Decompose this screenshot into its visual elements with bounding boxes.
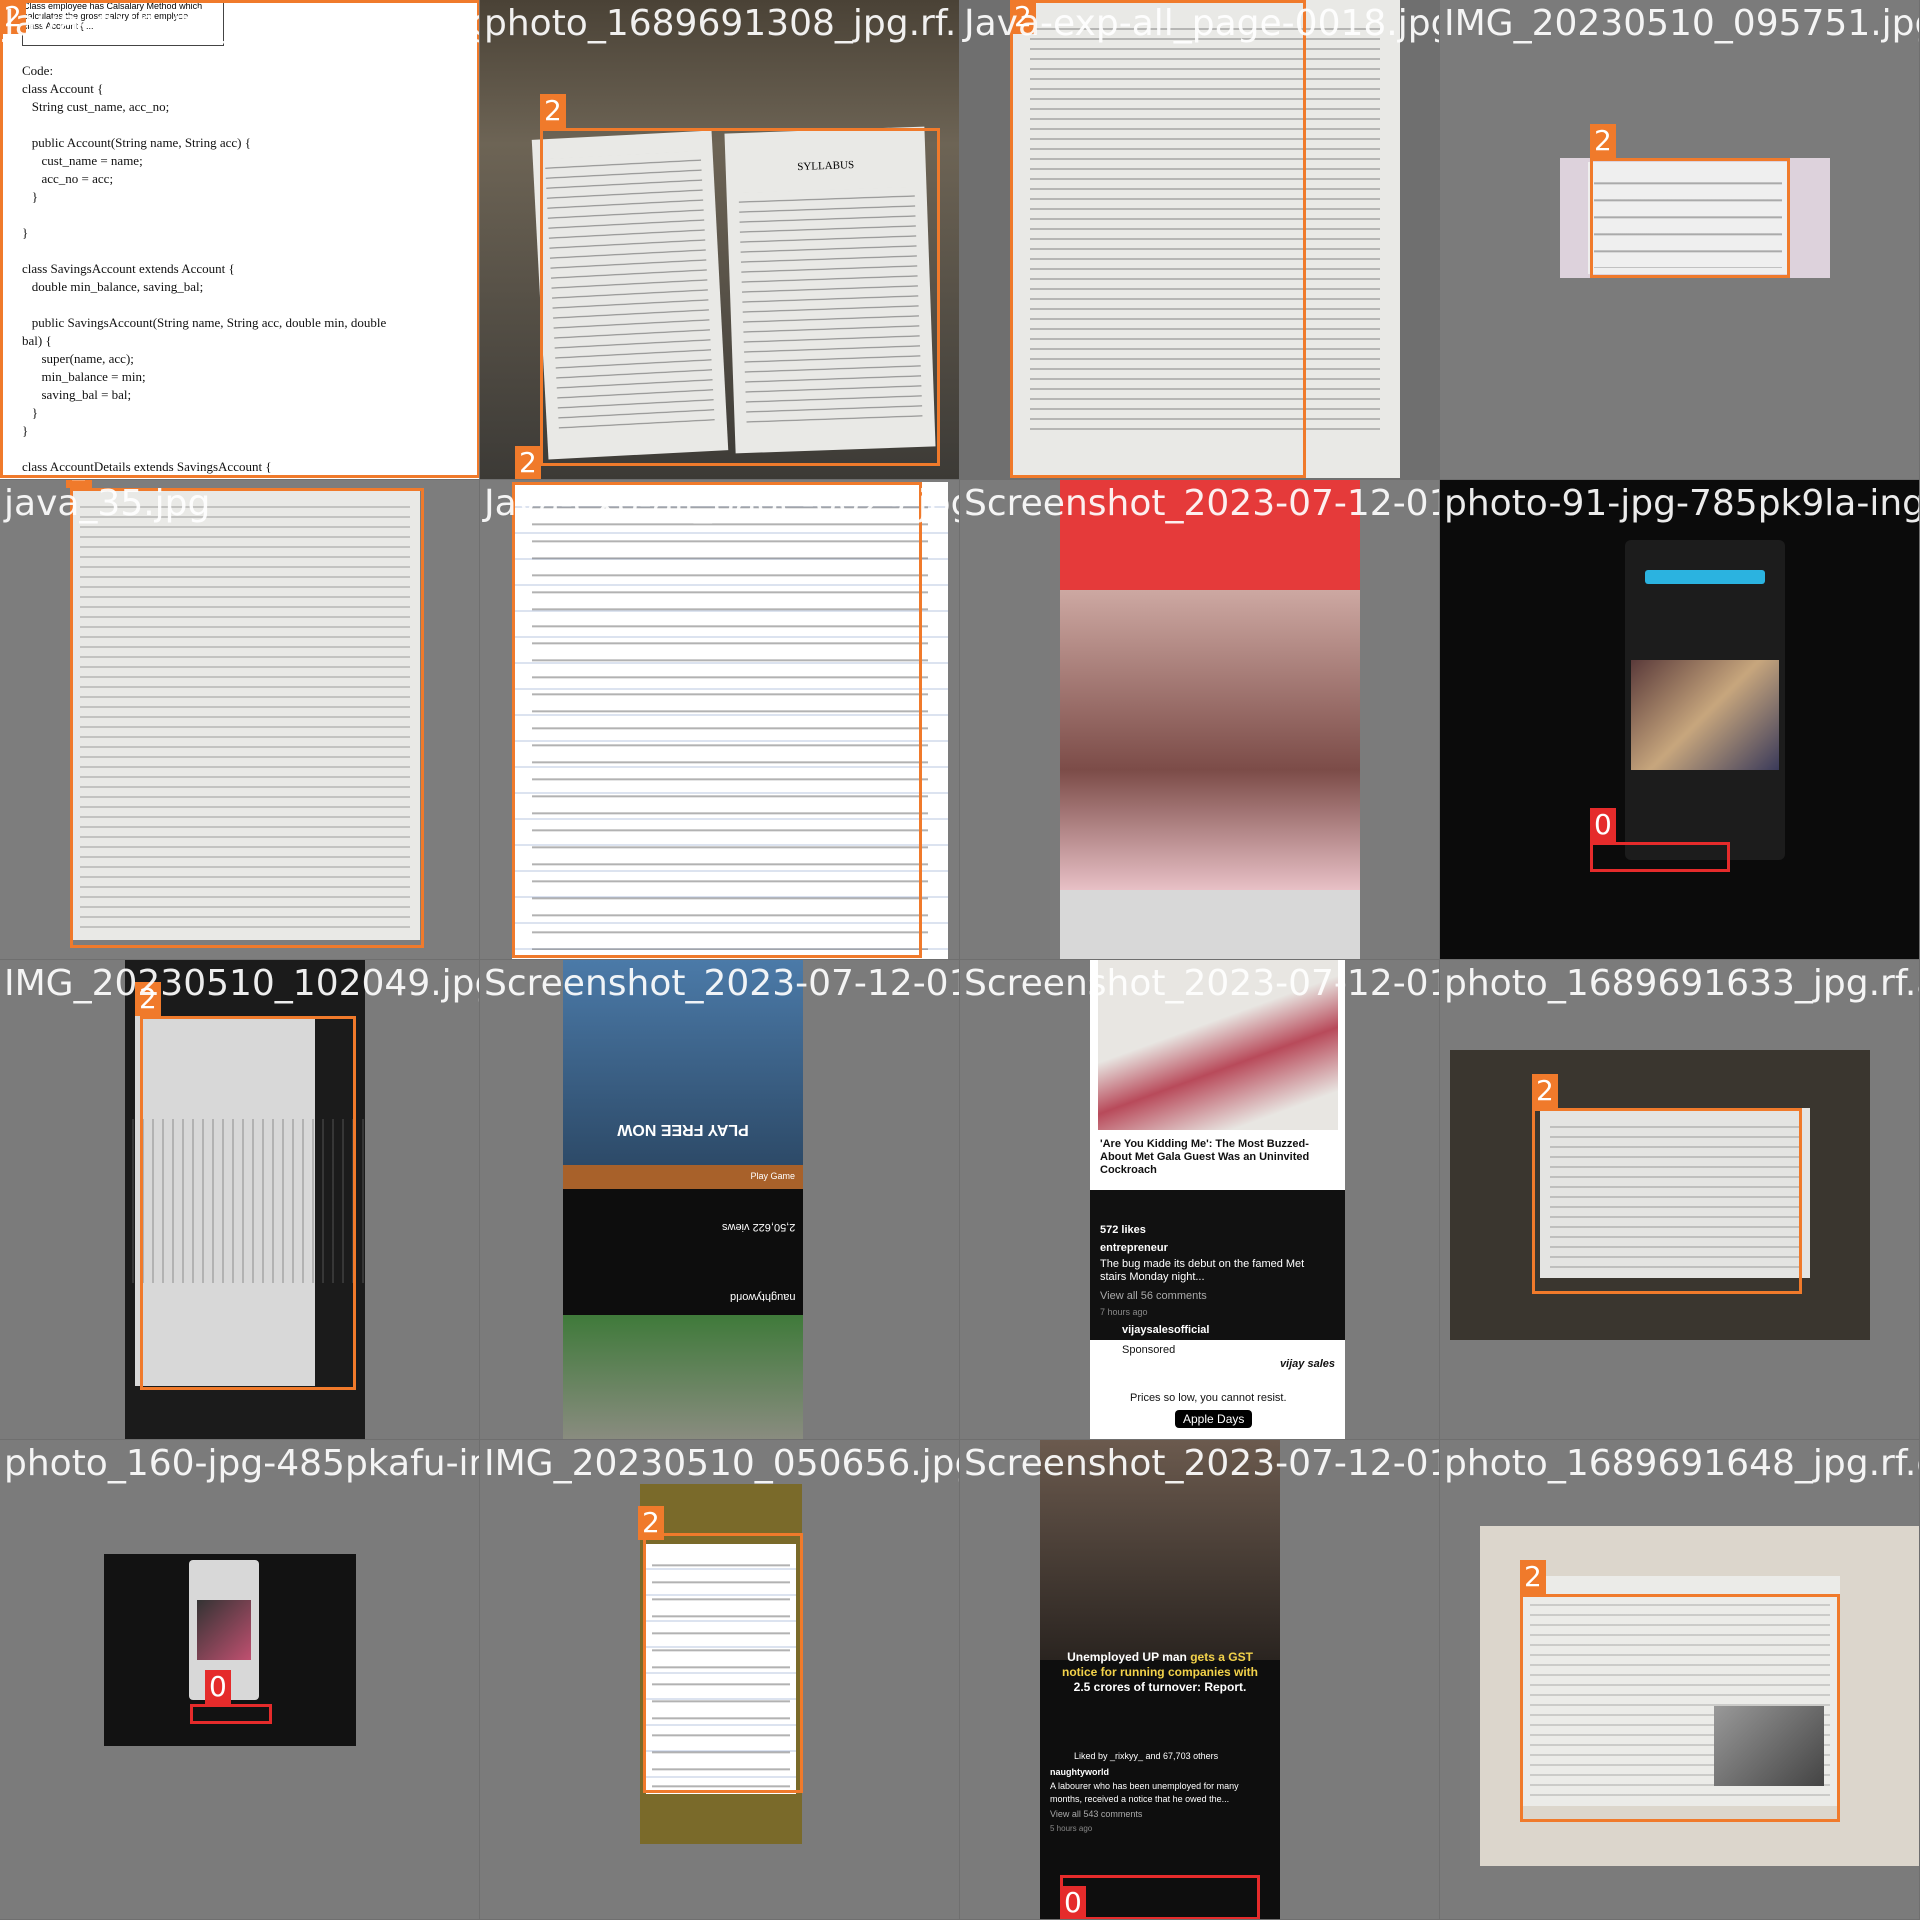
tile-3: 2 IMG_20230510_095751.jpg (1440, 0, 1920, 480)
headline-part-b: gets a GST (1190, 1650, 1253, 1664)
tile-11: 2 photo_1689691633_jpg.rf.aa (1440, 960, 1920, 1440)
headline-part-a: Unemployed UP man (1067, 1650, 1191, 1664)
cta-button[interactable]: Apple Days (1175, 1410, 1253, 1428)
tile-image (1060, 480, 1360, 959)
detection-label: 0 (1060, 1886, 1086, 1919)
poster-user[interactable]: naughtyworld (730, 1290, 795, 1303)
headline-part-d: 2.5 crores of turnover: Report. (1073, 1680, 1247, 1694)
sponsored-tag: Sponsored (1122, 1344, 1176, 1356)
tile-filename: IMG_20230510_102049.jpg (4, 963, 480, 1004)
tile-filename: Screenshot_2023-07-12-01-31-36-40 (484, 963, 960, 1004)
tile-5: Java-exp-all_page-0029.jpg (480, 480, 960, 960)
detection-label: 0 (1590, 808, 1616, 842)
tile-7: 0 photo-91-jpg-785pk9la-ing (1440, 480, 1920, 960)
detection-label: 2 (1532, 1074, 1558, 1108)
tile-2: 2 Java-exp-all_page-0018.jpg (960, 0, 1440, 480)
tile-filename: Java-exp-all_page-0018.jpg (964, 3, 1440, 44)
detection-box (512, 482, 922, 958)
detection-box (70, 488, 424, 948)
tile-6: Screenshot_2023-07-12-01-39-07-943_com.i… (960, 480, 1440, 960)
tile-image: Unemployed UP man gets a GST notice for … (1040, 1440, 1280, 1919)
tile-9: PLAY FREE NOW Play Game 2,50,622 views n… (480, 960, 960, 1440)
game-banner: PLAY FREE NOW (617, 1121, 749, 1138)
tile-filename: Screenshot_2023-07-12-01-39-07-943_com.i… (964, 483, 1439, 524)
detection-box (190, 1704, 272, 1724)
detection-label: 2 (638, 1506, 664, 1540)
comments-link[interactable]: View all 543 comments (1050, 1808, 1142, 1821)
tile-image: 'Are You Kidding Me': The Most Buzzed-Ab… (1090, 960, 1345, 1439)
detection-box (1532, 1108, 1802, 1294)
tile-filename: IMG_20230510_050656.jpg (484, 1443, 960, 1484)
comments-link[interactable]: View all 56 comments (1100, 1290, 1207, 1303)
tile-13: 2 IMG_20230510_050656.jpg (480, 1440, 960, 1920)
tile-filename: photo-91-jpg-785pk9la-ing (1444, 483, 1920, 524)
tile-14: Unemployed UP man gets a GST notice for … (960, 1440, 1440, 1920)
tile-1: SYLLABUS 2 2 photo_1689691308_jpg.rf.273… (480, 0, 960, 480)
tile-filename: java_35.jpg (4, 483, 211, 524)
play-game[interactable]: Play Game (750, 1171, 795, 1181)
detection-box (643, 1533, 803, 1793)
detection-box (1590, 842, 1730, 872)
tile-15: 2 photo_1689691648_jpg.rf.d2 (1440, 1440, 1920, 1920)
detection-box (1010, 0, 1306, 478)
post-caption: A labourer who has been unemployed for m… (1050, 1781, 1239, 1804)
mosaic-grid: Class employee has Calsalary Method whic… (0, 0, 1920, 1920)
post-time: 7 hours ago (1100, 1307, 1148, 1317)
caption-user[interactable]: entrepreneur (1100, 1242, 1168, 1255)
detection-label: 2 (540, 94, 566, 128)
detection-box (0, 0, 479, 478)
headline-part-c: notice for running companies with (1061, 1665, 1258, 1679)
detection-label: 0 (205, 1670, 231, 1704)
tile-filename: Java-exp-all_page-0042.jpg (4, 3, 480, 44)
tile-image (1440, 480, 1919, 959)
post-time: 5 hours ago (1050, 1824, 1093, 1833)
detection-label: 2 (1590, 124, 1616, 158)
views-count: 2,50,622 views (721, 1221, 795, 1233)
like-summary: Liked by _rixkyy_ and 67,703 others (1074, 1751, 1219, 1761)
detection-label: 2 (515, 446, 541, 479)
detection-box (1590, 158, 1790, 278)
tile-0: Class employee has Calsalary Method whic… (0, 0, 480, 480)
tile-10: 'Are You Kidding Me': The Most Buzzed-Ab… (960, 960, 1440, 1440)
caption-text: The bug made its debut on the famed Met … (1100, 1258, 1305, 1283)
tile-filename: photo_1689691633_jpg.rf.aa (1444, 963, 1920, 1004)
tile-12: 0 photo_160-jpg-485pkafu-ing (0, 1440, 480, 1920)
tile-4: 2 java_35.jpg (0, 480, 480, 960)
tile-8: 2 IMG_20230510_102049.jpg (0, 960, 480, 1440)
tile-filename: Screenshot_2023-07-12-01-30-26-096 (964, 1443, 1439, 1484)
detection-label: 2 (1520, 1560, 1546, 1594)
brand-logo: vijay sales (1279, 1358, 1335, 1370)
sponsor-name[interactable]: vijaysalesofficial (1122, 1324, 1209, 1337)
tile-filename: photo_1689691648_jpg.rf.d2 (1444, 1443, 1920, 1484)
tile-image: PLAY FREE NOW Play Game 2,50,622 views n… (563, 960, 803, 1439)
like-count: 572 likes (1100, 1224, 1146, 1236)
detection-box (1060, 1875, 1260, 1919)
ad-text: Prices so low, you cannot resist. (1130, 1392, 1287, 1404)
post-user[interactable]: naughtyworld (1050, 1766, 1109, 1779)
detection-box (1520, 1594, 1840, 1822)
detection-box (140, 1016, 356, 1390)
detection-box (540, 128, 940, 466)
tile-filename: Java-exp-all_page-0029.jpg (484, 483, 960, 524)
tile-filename: IMG_20230510_095751.jpg (1444, 3, 1920, 44)
tile-filename: photo_160-jpg-485pkafu-ing (4, 1443, 480, 1484)
post-headline: 'Are You Kidding Me': The Most Buzzed-Ab… (1100, 1138, 1310, 1176)
tile-filename: photo_1689691308_jpg.rf.273f (484, 3, 959, 44)
tile-filename: Screenshot_2023-07-12-01-30-00-003 (964, 963, 1439, 1004)
